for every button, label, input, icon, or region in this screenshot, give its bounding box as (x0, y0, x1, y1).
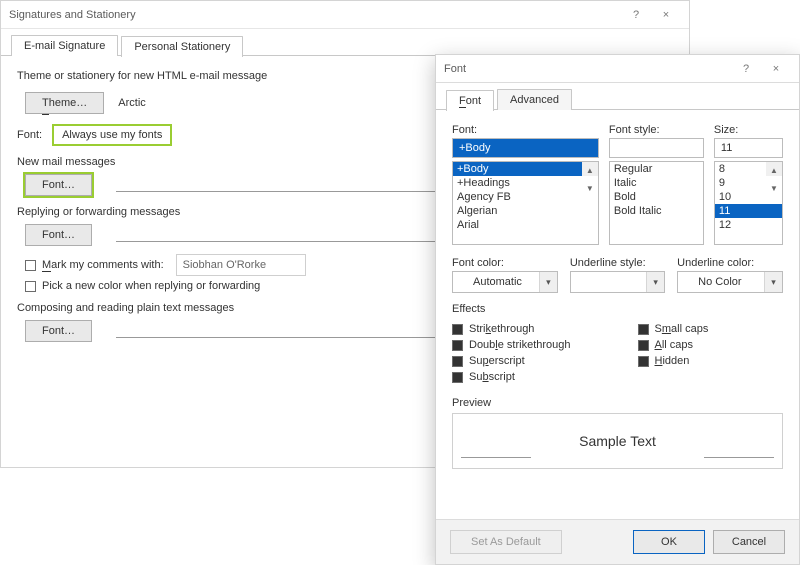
help-icon[interactable]: ? (621, 1, 651, 29)
plain-font-button[interactable]: Font… (25, 320, 92, 342)
size-option-11[interactable]: 11 (715, 204, 782, 218)
font-close-icon[interactable]: × (761, 55, 791, 83)
pick-color-label: Pick a new color when replying or forwar… (42, 280, 260, 292)
cancel-button[interactable]: Cancel (713, 530, 785, 554)
font-size-label: Size: (714, 124, 783, 136)
signatures-title: Signatures and Stationery (9, 1, 621, 29)
font-help-icon[interactable]: ? (731, 55, 761, 83)
font-option-arial[interactable]: Arial (453, 218, 598, 232)
effects-label: Effects (452, 303, 783, 315)
font-title: Font (444, 55, 731, 83)
hidden-checkbox[interactable] (638, 356, 649, 367)
font-option-algerian[interactable]: Algerian (453, 204, 598, 218)
font-style-input[interactable] (609, 138, 704, 158)
pick-color-checkbox[interactable] (25, 281, 36, 292)
font-option-headings[interactable]: +Headings (453, 176, 598, 190)
font-list[interactable]: +Body +Headings Agency FB Algerian Arial… (452, 161, 599, 245)
superscript-label: Superscript (469, 355, 525, 367)
chevron-down-icon: ▾ (646, 272, 664, 292)
strikethrough-label: Strikethrough (469, 323, 534, 335)
signatures-tabs: E-mail Signature Personal Stationery (1, 29, 689, 56)
theme-value: Arctic (118, 97, 146, 109)
font-dialog-footer: Set As Default OK Cancel (436, 519, 799, 564)
mark-comments-label: Mark my comments with: (42, 259, 164, 271)
font-tabs: Font Advanced (436, 83, 799, 110)
font-option-body[interactable]: +Body (453, 162, 598, 176)
font-list-scrollbar[interactable]: ▲▼ (582, 162, 598, 176)
set-default-button: Set As Default (450, 530, 562, 554)
font-dialog: Font ? × Font Advanced Font: +Body +Body… (435, 54, 800, 565)
underline-color-dropdown[interactable]: No Color▾ (677, 271, 783, 293)
font-style-label: Font style: (609, 124, 704, 136)
close-icon[interactable]: × (651, 1, 681, 29)
font-color-label: Font color: (452, 257, 558, 269)
underline-style-label: Underline style: (570, 257, 665, 269)
style-option-bolditalic[interactable]: Bold Italic (610, 204, 703, 218)
style-option-bold[interactable]: Bold (610, 190, 703, 204)
font-size-list[interactable]: 8 9 10 11 12 ▲▼ (714, 161, 783, 245)
superscript-checkbox[interactable] (452, 356, 463, 367)
tab-personal-stationery[interactable]: Personal Stationery (121, 36, 243, 57)
reply-font-button[interactable]: Font… (25, 224, 92, 246)
font-style-list[interactable]: Regular Italic Bold Bold Italic (609, 161, 704, 245)
style-option-regular[interactable]: Regular (610, 162, 703, 176)
new-mail-font-button[interactable]: Font… (25, 174, 92, 196)
font-mode-dropdown[interactable]: Always use my fonts (52, 124, 172, 146)
double-strikethrough-checkbox[interactable] (452, 340, 463, 351)
tab-email-signature[interactable]: E-mail Signature (11, 35, 118, 56)
font-preview: Sample Text (452, 413, 783, 469)
chevron-down-icon: ▾ (764, 272, 782, 292)
subscript-checkbox[interactable] (452, 372, 463, 383)
font-list-label: Font: (452, 124, 599, 136)
strikethrough-checkbox[interactable] (452, 324, 463, 335)
size-option-12[interactable]: 12 (715, 218, 782, 232)
theme-button[interactable]: Theme… (25, 92, 104, 114)
signatures-titlebar: Signatures and Stationery ? × (1, 1, 689, 29)
mark-comments-input[interactable]: Siobhan O'Rorke (176, 254, 306, 276)
tab-advanced[interactable]: Advanced (497, 89, 572, 110)
small-caps-checkbox[interactable] (638, 324, 649, 335)
style-option-italic[interactable]: Italic (610, 176, 703, 190)
double-strikethrough-label: Double strikethrough (469, 339, 571, 351)
font-titlebar: Font ? × (436, 55, 799, 83)
font-name-input[interactable]: +Body (452, 138, 599, 158)
chevron-down-icon: ▾ (539, 272, 557, 292)
small-caps-label: Small caps (655, 323, 709, 335)
tab-font[interactable]: Font (446, 90, 494, 111)
ok-button[interactable]: OK (633, 530, 705, 554)
mark-comments-checkbox[interactable] (25, 260, 36, 271)
subscript-label: Subscript (469, 371, 515, 383)
font-option-agency[interactable]: Agency FB (453, 190, 598, 204)
preview-text: Sample Text (579, 433, 656, 449)
all-caps-checkbox[interactable] (638, 340, 649, 351)
all-caps-label: All caps (655, 339, 694, 351)
font-mode-label: Font: (17, 129, 42, 141)
preview-label: Preview (452, 397, 783, 409)
underline-style-dropdown[interactable]: ▾ (570, 271, 665, 293)
hidden-label: Hidden (655, 355, 690, 367)
underline-color-label: Underline color: (677, 257, 783, 269)
size-list-scrollbar[interactable]: ▲▼ (766, 162, 782, 176)
font-size-input[interactable]: 11 (714, 138, 783, 158)
font-color-dropdown[interactable]: Automatic▾ (452, 271, 558, 293)
